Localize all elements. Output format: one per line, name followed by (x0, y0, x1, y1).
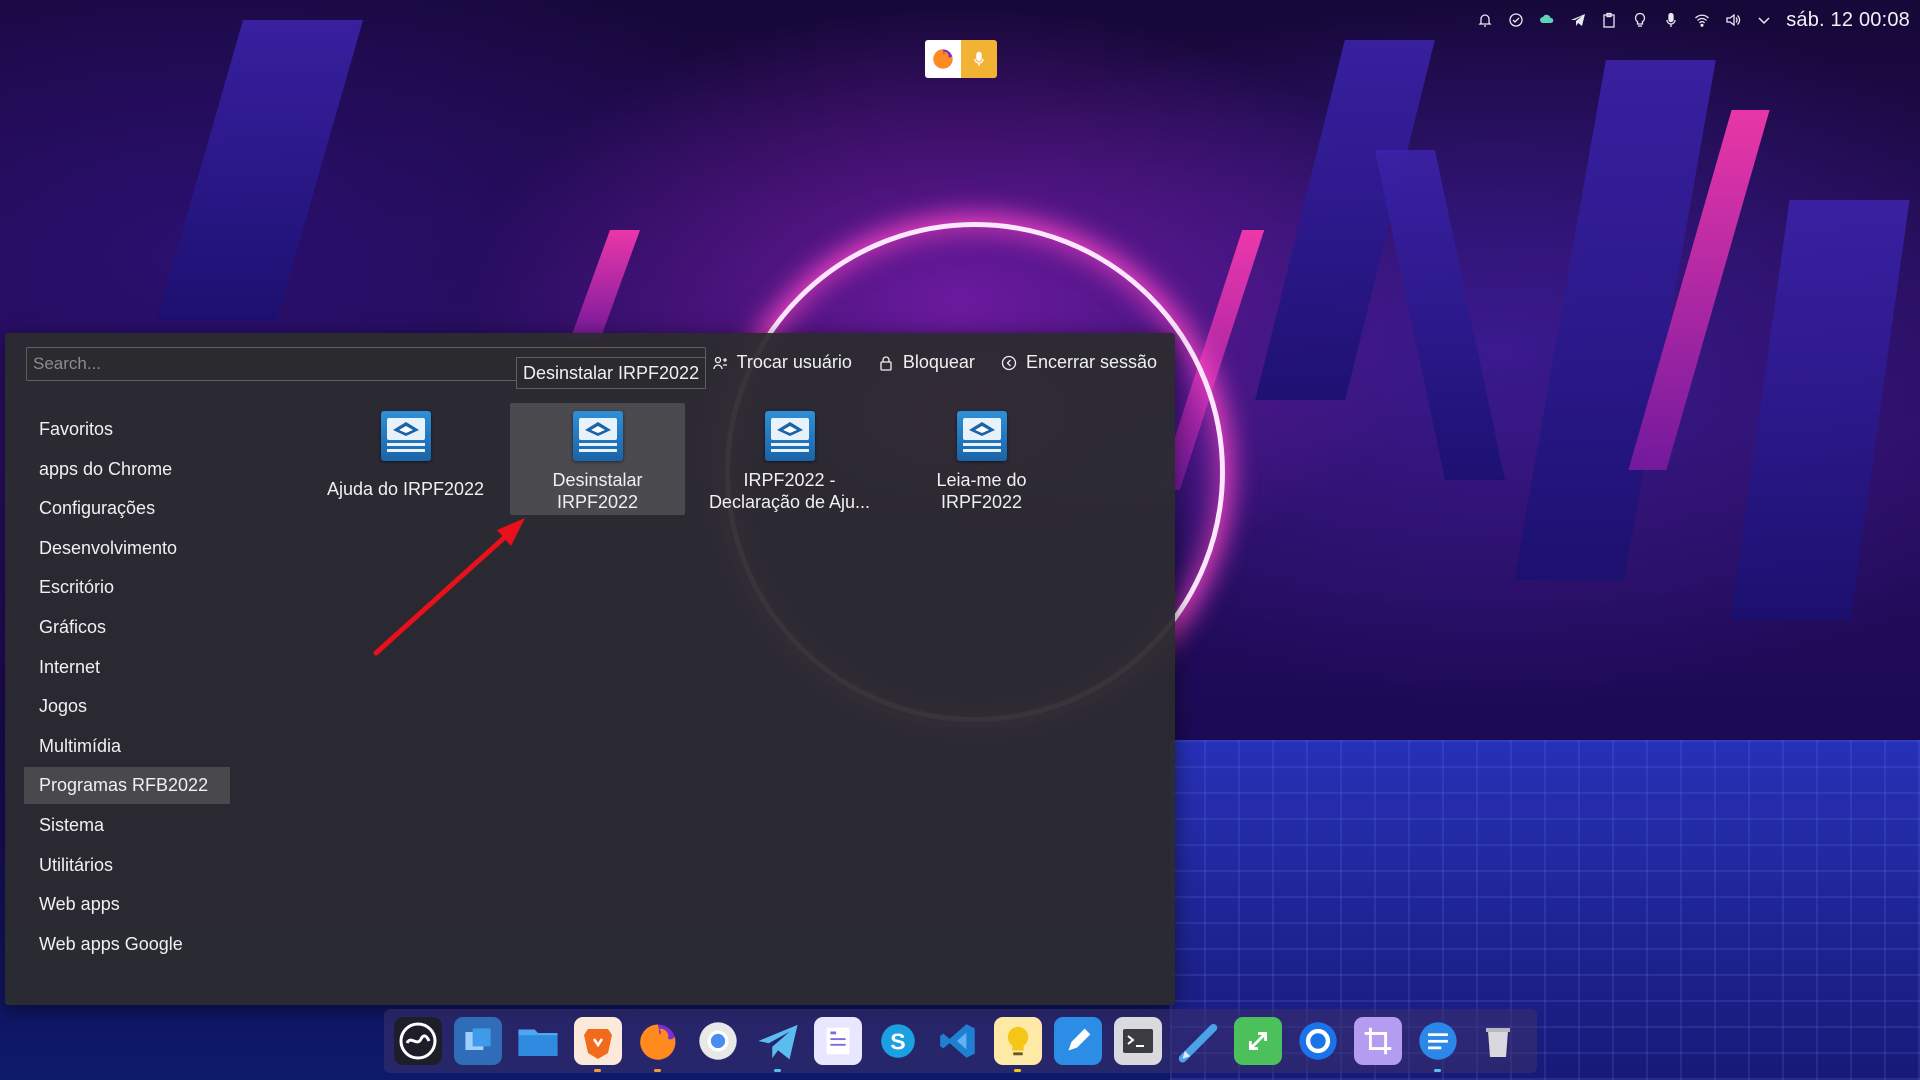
application-menu: Trocar usuário Bloquear Encerrar sessão … (5, 333, 1175, 1005)
app-label: Ajuda do IRPF2022 (326, 479, 485, 499)
screenshot-crop-icon[interactable] (1354, 1017, 1402, 1065)
category-item[interactable]: Utilitários (24, 847, 230, 884)
category-item[interactable]: Desenvolvimento (24, 530, 230, 567)
app-label: Desinstalar IRPF2022 (552, 470, 643, 512)
logout-icon (1001, 355, 1017, 370)
recording-indicator[interactable] (925, 40, 997, 78)
svg-text:S: S (890, 1028, 905, 1054)
brave-icon[interactable] (574, 1017, 622, 1072)
system-tray: sáb. 12 00:08 (1476, 8, 1910, 32)
category-item[interactable]: Escritório (24, 569, 230, 606)
category-item[interactable]: Internet (24, 649, 230, 686)
switch-user-button[interactable]: Trocar usuário (712, 352, 852, 373)
connection-icon[interactable] (1234, 1017, 1282, 1065)
category-item[interactable]: Configurações (24, 490, 230, 527)
sync-icon[interactable] (1294, 1017, 1342, 1065)
category-item[interactable]: Gráficos (24, 609, 230, 646)
clipboard-icon[interactable] (1600, 11, 1618, 29)
category-item[interactable]: Web apps Google (24, 926, 230, 963)
receita-federal-icon (764, 411, 815, 461)
ideas-icon[interactable] (994, 1017, 1042, 1072)
app-launcher-desinstalar[interactable]: Desinstalar IRPF2022 (510, 403, 685, 515)
notification-icon[interactable] (1476, 11, 1494, 29)
telegram-icon[interactable] (754, 1017, 802, 1072)
pen-icon[interactable] (1054, 1017, 1102, 1065)
terminal-icon[interactable] (1114, 1017, 1162, 1065)
vscode-icon[interactable] (934, 1017, 982, 1065)
category-item[interactable]: apps do Chrome (24, 451, 230, 488)
text-editor-icon[interactable] (1174, 1017, 1222, 1065)
wifi-icon[interactable] (1693, 11, 1711, 29)
app-label: Leia-me do IRPF2022 (936, 470, 1027, 512)
volume-icon[interactable] (1724, 11, 1742, 29)
dock: S (384, 1009, 1537, 1073)
background-shard (1374, 150, 1506, 480)
app-launcher-leiame[interactable]: Leia-me do IRPF2022 (894, 403, 1069, 515)
messages-icon[interactable] (1414, 1017, 1462, 1072)
tooltip: Desinstalar IRPF2022 (516, 357, 707, 389)
lock-label: Bloquear (902, 352, 975, 372)
receita-federal-icon (956, 411, 1007, 461)
category-list: Favoritos apps do Chrome Configurações D… (24, 411, 230, 965)
category-item[interactable]: Web apps (24, 886, 230, 923)
cloud-sync-icon[interactable] (1538, 11, 1556, 29)
background-shard (156, 20, 364, 320)
clock[interactable]: sáb. 12 00:08 (1786, 9, 1910, 32)
files-icon[interactable] (514, 1017, 562, 1065)
background-shard (1730, 200, 1910, 620)
app-launcher-declaracao[interactable]: IRPF2022 - Declaração de Aju... (702, 403, 877, 515)
firefox-icon[interactable] (634, 1017, 682, 1072)
microphone-icon[interactable] (1662, 11, 1680, 29)
app-label: IRPF2022 - Declaração de Aju... (708, 470, 871, 512)
lock-button[interactable]: Bloquear (878, 352, 975, 373)
receita-federal-icon (572, 411, 623, 461)
category-item[interactable]: Jogos (24, 688, 230, 725)
notes-icon[interactable] (814, 1017, 862, 1065)
firefox-icon (925, 40, 961, 78)
switch-user-label: Trocar usuário (736, 352, 852, 372)
app-launcher-ajuda[interactable]: Ajuda do IRPF2022 (318, 403, 493, 515)
chrome-icon[interactable] (694, 1017, 742, 1065)
microphone-icon (961, 40, 997, 78)
check-circle-icon[interactable] (1507, 11, 1525, 29)
lightbulb-icon[interactable] (1631, 11, 1649, 29)
telegram-icon[interactable] (1569, 11, 1587, 29)
switch-user-icon (712, 356, 727, 369)
app-grid: Ajuda do IRPF2022 Desinstalar IRPF2022 I… (318, 403, 1069, 515)
logout-button[interactable]: Encerrar sessão (1001, 352, 1157, 373)
system-logo-icon[interactable] (394, 1017, 442, 1065)
receita-federal-icon (380, 411, 431, 461)
session-actions: Trocar usuário Bloquear Encerrar sessão (712, 352, 1157, 373)
category-item-active[interactable]: Programas RFB2022 (24, 767, 230, 805)
category-item[interactable]: Sistema (24, 807, 230, 844)
background-shard (569, 230, 641, 340)
trash-icon[interactable] (1474, 1017, 1522, 1065)
chevron-down-icon[interactable] (1755, 11, 1773, 29)
lock-icon (880, 355, 892, 371)
windows-switcher-icon[interactable] (454, 1017, 502, 1065)
skype-icon[interactable]: S (874, 1017, 922, 1065)
logout-label: Encerrar sessão (1025, 352, 1157, 372)
category-item[interactable]: Multimídia (24, 728, 230, 765)
category-item[interactable]: Favoritos (24, 411, 230, 448)
